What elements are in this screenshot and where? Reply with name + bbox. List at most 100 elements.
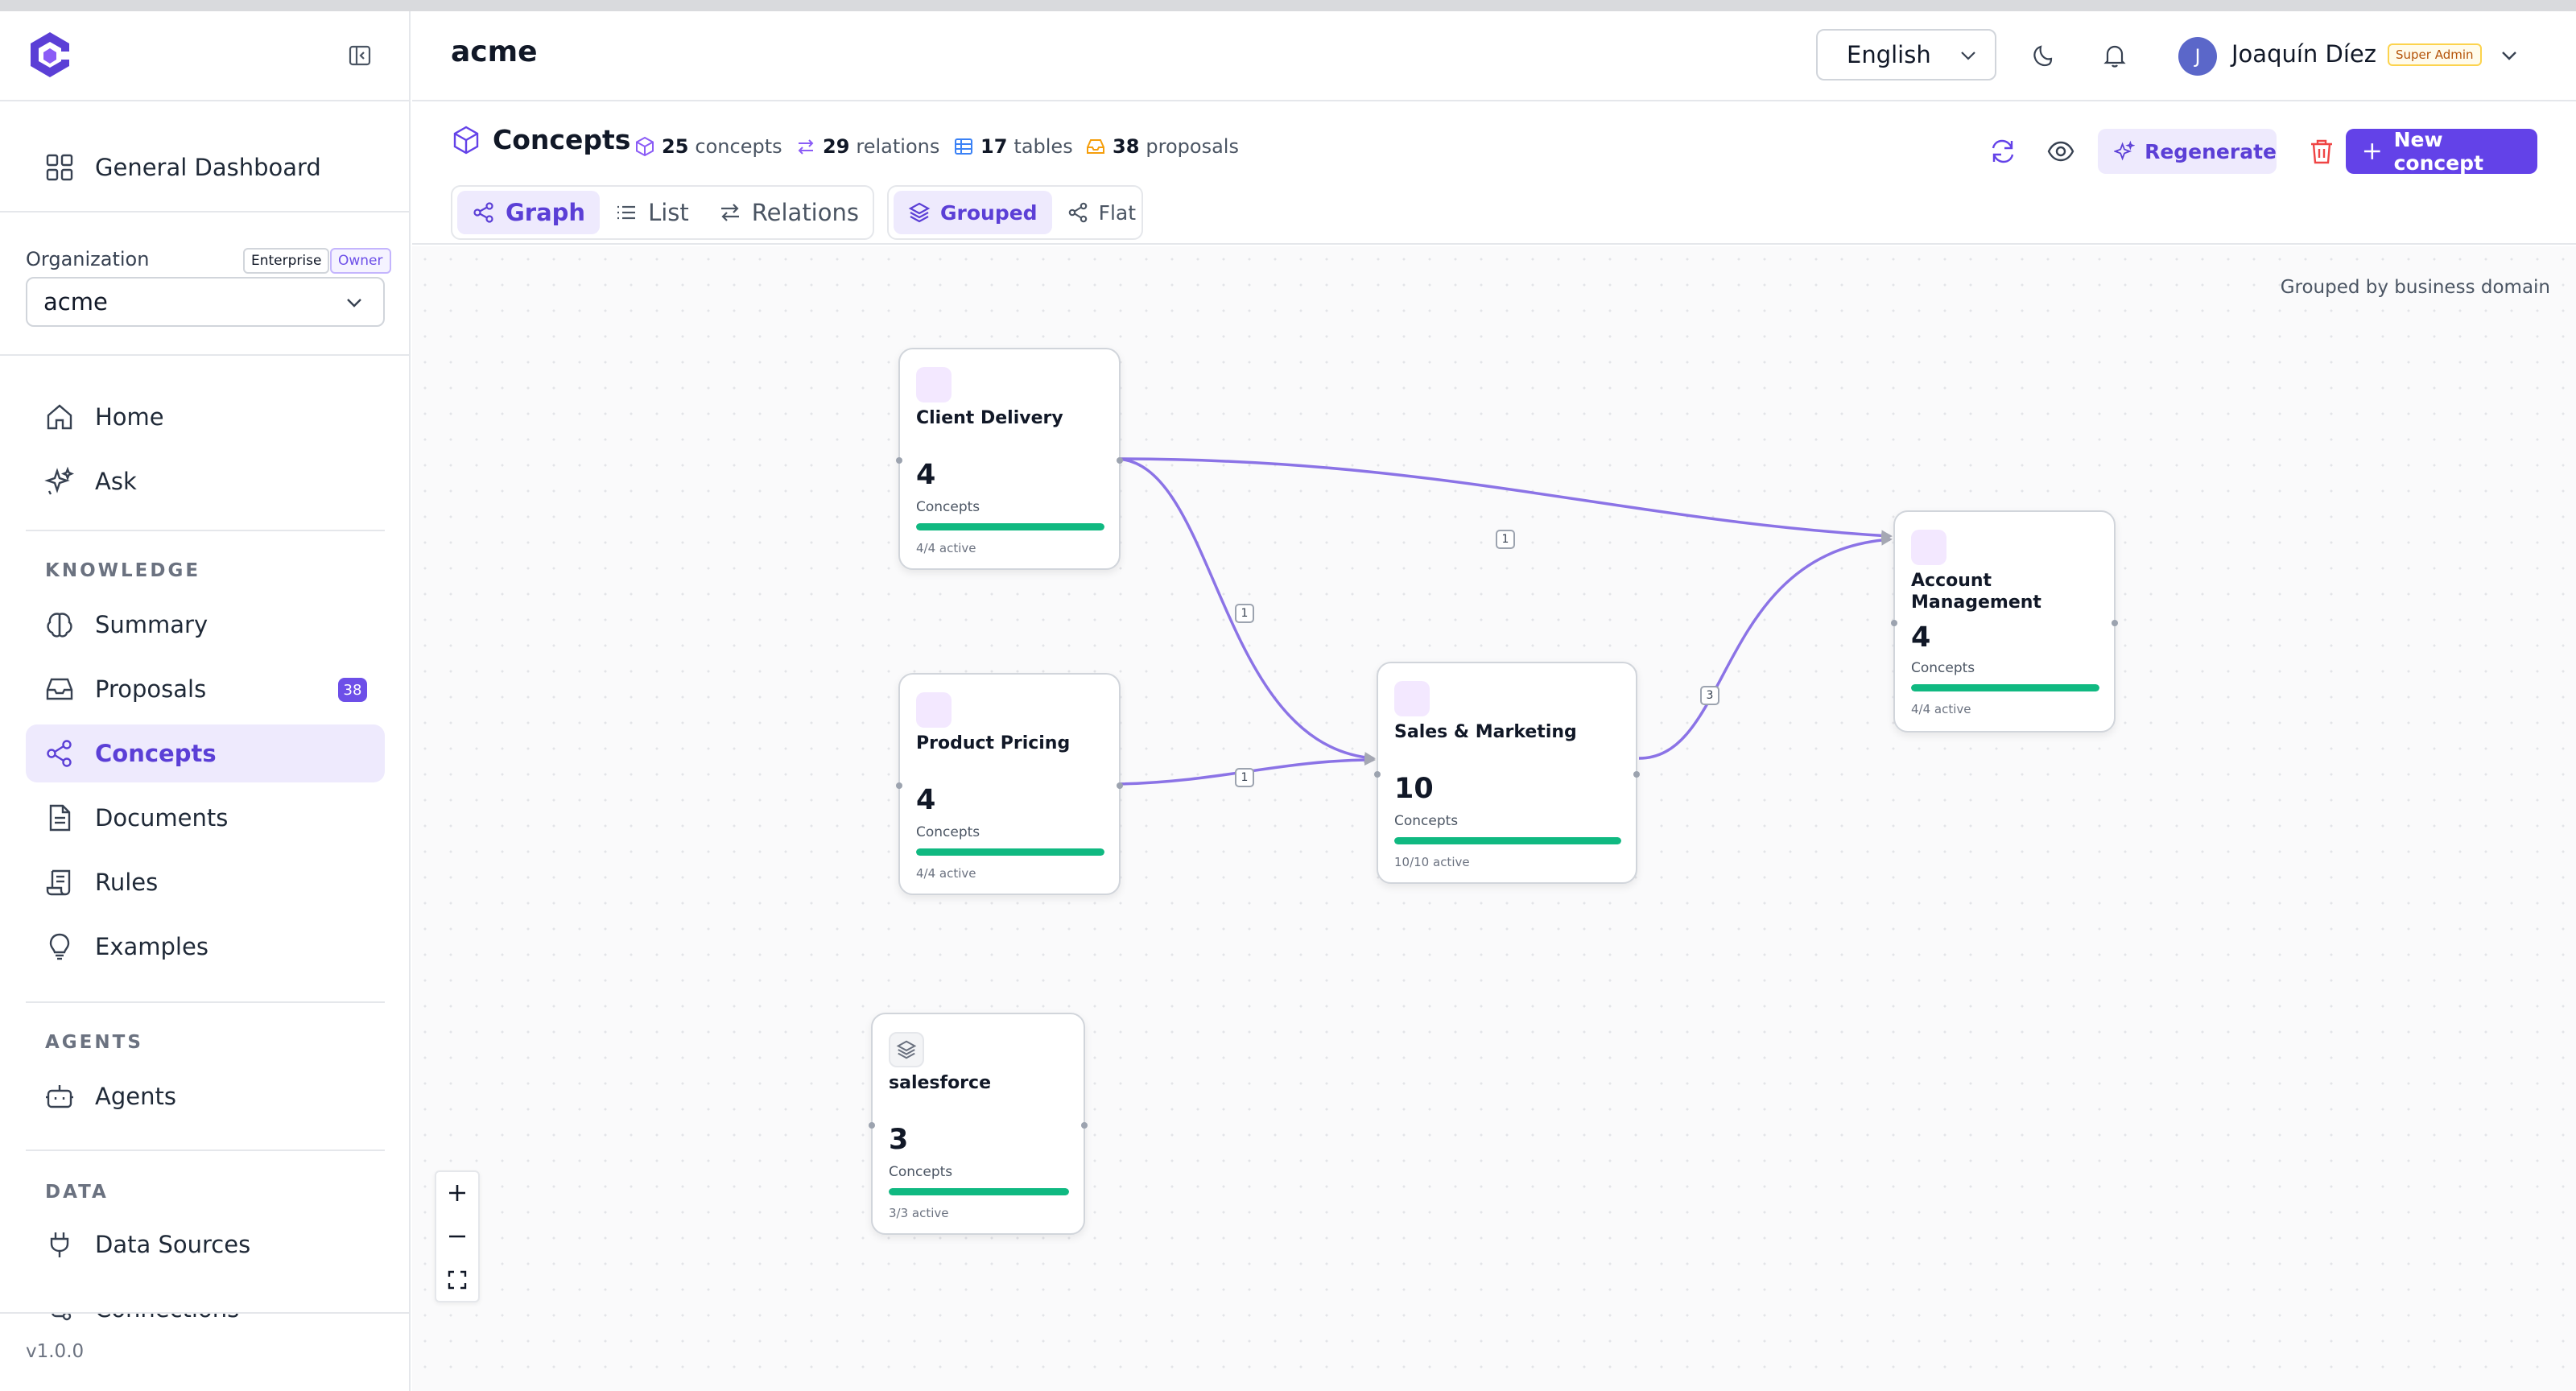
tab-list[interactable]: List bbox=[600, 191, 704, 234]
organization-selected-value: acme bbox=[43, 288, 108, 316]
sidebar-item-label: Rules bbox=[95, 869, 159, 896]
plus-icon bbox=[2363, 143, 2380, 159]
fit-view-button[interactable] bbox=[436, 1259, 478, 1301]
avatar[interactable]: J bbox=[2178, 37, 2217, 76]
sidebar-item-concepts[interactable]: Concepts bbox=[26, 724, 385, 782]
group-name: Account Management bbox=[1911, 571, 2041, 613]
group-name: Sales & Marketing bbox=[1394, 722, 1577, 742]
node-handle[interactable] bbox=[1081, 1122, 1088, 1129]
node-handle[interactable] bbox=[1117, 457, 1123, 464]
divider bbox=[0, 1312, 409, 1314]
view-switcher: Graph List Relations bbox=[451, 185, 874, 240]
active-count: 10/10 active bbox=[1394, 855, 1470, 869]
new-concept-button[interactable]: New concept bbox=[2346, 128, 2537, 175]
sidebar-item-proposals[interactable]: Proposals 38 bbox=[26, 660, 385, 718]
arrows-swap-icon bbox=[798, 139, 814, 155]
role-badge: Owner bbox=[330, 248, 391, 274]
language-select[interactable]: English bbox=[1816, 29, 1996, 80]
node-handle[interactable] bbox=[1117, 782, 1123, 789]
concept-count-label: Concepts bbox=[1394, 813, 1459, 829]
concept-count: 4 bbox=[1911, 621, 1931, 654]
sidebar-item-label: Agents bbox=[95, 1083, 176, 1110]
concept-group-node[interactable]: Account Management 4 Concepts 4/4 active bbox=[1891, 510, 2118, 733]
document-icon bbox=[43, 802, 76, 834]
active-progress-bar bbox=[916, 848, 1104, 856]
tables-count-label: tables bbox=[1013, 135, 1073, 158]
user-name[interactable]: Joaquín Díez bbox=[2231, 40, 2376, 68]
sidebar-item-summary[interactable]: Summary bbox=[26, 596, 385, 654]
sidebar-item-documents[interactable]: Documents bbox=[26, 789, 385, 847]
zoom-in-button[interactable] bbox=[436, 1172, 478, 1214]
node-handle[interactable] bbox=[1891, 620, 1897, 626]
node-handle[interactable] bbox=[2112, 620, 2118, 626]
concept-group-node[interactable]: Client Delivery 4 Concepts 4/4 active bbox=[896, 348, 1123, 570]
sidebar-item-home[interactable]: Home bbox=[26, 388, 385, 446]
tab-graph[interactable]: Graph bbox=[457, 191, 601, 234]
window-top-bar bbox=[0, 0, 2576, 11]
sidebar-item-label: Data Sources bbox=[95, 1231, 251, 1258]
concept-group-node[interactable]: Product Pricing 4 Concepts 4/4 active bbox=[896, 673, 1123, 895]
node-handle[interactable] bbox=[869, 1122, 875, 1129]
home-icon bbox=[43, 401, 76, 433]
active-progress-bar bbox=[1911, 684, 2099, 691]
cube-icon bbox=[453, 126, 479, 154]
logo-icon[interactable] bbox=[24, 29, 76, 80]
divider bbox=[0, 354, 409, 356]
concept-group-node[interactable]: salesforce 3 Concepts 3/3 active bbox=[869, 1013, 1088, 1235]
new-concept-label: New concept bbox=[2393, 128, 2484, 175]
concept-group-node[interactable]: Sales & Marketing 10 Concepts 10/10 acti… bbox=[1374, 662, 1640, 884]
concept-count: 3 bbox=[889, 1124, 909, 1156]
active-progress-bar bbox=[916, 523, 1104, 530]
sidebar-item-label: General Dashboard bbox=[95, 154, 321, 181]
tab-relations[interactable]: Relations bbox=[704, 191, 873, 234]
graph-canvas[interactable]: Grouped by business domain 1 1 1 3 Clien… bbox=[412, 246, 2576, 1391]
relations-count-label: relations bbox=[856, 135, 940, 158]
minus-icon bbox=[449, 1235, 465, 1238]
proposals-stat: 38 proposals bbox=[1085, 135, 1239, 158]
plus-icon bbox=[449, 1185, 465, 1201]
trash-icon[interactable] bbox=[2307, 137, 2336, 166]
sidebar-item-rules[interactable]: Rules bbox=[26, 853, 385, 911]
concept-count-label: Concepts bbox=[916, 499, 980, 515]
inbox-icon bbox=[1087, 139, 1104, 154]
node-handle[interactable] bbox=[1633, 771, 1640, 778]
sidebar-item-data-sources[interactable]: Data Sources bbox=[26, 1216, 385, 1273]
progress-fill bbox=[889, 1188, 1069, 1195]
progress-fill bbox=[1394, 837, 1621, 844]
sidebar-item-ask[interactable]: Ask bbox=[26, 452, 385, 510]
tab-grouped[interactable]: Grouped bbox=[894, 191, 1052, 234]
regenerate-button[interactable]: Regenerate bbox=[2098, 129, 2277, 174]
zoom-out-button[interactable] bbox=[436, 1216, 478, 1257]
active-count: 4/4 active bbox=[916, 866, 976, 881]
sidebar-item-general-dashboard[interactable]: General Dashboard bbox=[26, 138, 385, 196]
node-handle[interactable] bbox=[896, 782, 902, 789]
proposals-count: 38 bbox=[1113, 135, 1140, 158]
edge-sales-marketing-account-management[interactable] bbox=[1638, 534, 1893, 760]
section-label-knowledge: KNOWLEDGE bbox=[45, 560, 201, 581]
node-handle[interactable] bbox=[896, 457, 902, 464]
concept-count: 4 bbox=[916, 459, 936, 491]
regenerate-label: Regenerate bbox=[2145, 139, 2277, 163]
divider bbox=[26, 1001, 385, 1003]
group-color-swatch bbox=[889, 1032, 924, 1067]
super-admin-badge: Super Admin bbox=[2388, 43, 2482, 66]
tab-flat[interactable]: Flat bbox=[1052, 191, 1150, 234]
group-name: salesforce bbox=[889, 1073, 991, 1093]
sidebar-item-agents[interactable]: Agents bbox=[26, 1067, 385, 1125]
chevron-down-icon[interactable] bbox=[2499, 45, 2520, 66]
node-handle[interactable] bbox=[1374, 771, 1381, 778]
collapse-sidebar-icon[interactable] bbox=[348, 43, 372, 68]
edge-label: 1 bbox=[1496, 530, 1515, 549]
organization-select[interactable]: acme bbox=[26, 277, 385, 327]
eye-icon[interactable] bbox=[2046, 137, 2075, 166]
bell-icon[interactable] bbox=[2101, 42, 2128, 69]
tab-label: Relations bbox=[751, 199, 859, 226]
concept-count: 10 bbox=[1394, 773, 1434, 805]
refresh-icon[interactable] bbox=[1988, 137, 2017, 166]
tab-label: List bbox=[648, 199, 689, 226]
sidebar-item-examples[interactable]: Examples bbox=[26, 918, 385, 976]
edge-client-delivery-account-management[interactable] bbox=[1117, 457, 1893, 542]
section-title: Concepts bbox=[493, 124, 631, 155]
moon-icon[interactable] bbox=[2030, 42, 2058, 69]
sidebar-item-label: Summary bbox=[95, 611, 208, 638]
